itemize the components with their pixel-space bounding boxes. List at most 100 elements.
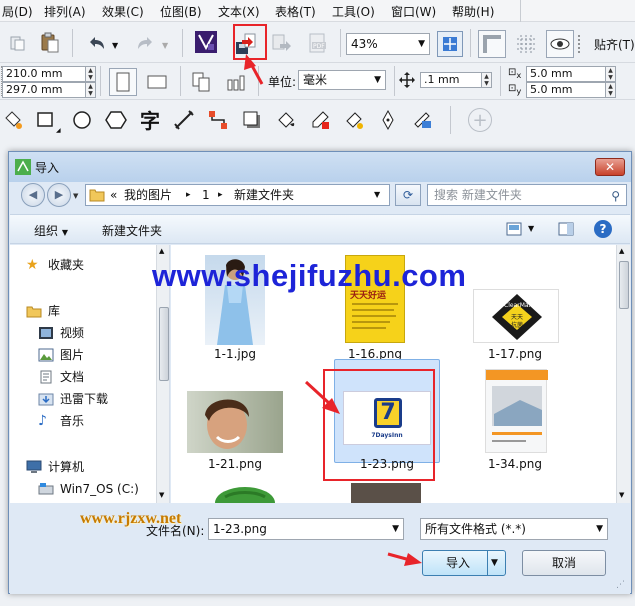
undo-icon[interactable] (84, 31, 108, 55)
view-options-icon[interactable] (506, 222, 522, 236)
nav-item-documents[interactable]: 文档 (10, 367, 160, 387)
file-list-scrollbar[interactable]: ▲ ▼ (616, 245, 630, 503)
help-icon[interactable]: ? (594, 220, 612, 238)
flyout-icon[interactable]: ◢ (56, 127, 61, 134)
breadcrumb-separator-icon[interactable]: ▸ (218, 185, 223, 205)
unit-select[interactable]: 毫米 ▼ (298, 70, 386, 90)
menu-text[interactable]: 文本(X) (218, 3, 260, 20)
rulers-icon[interactable] (478, 30, 506, 58)
breadcrumb[interactable]: « 我的图片 ▸ 1 ▸ 新建文件夹 ▼ (85, 184, 390, 206)
breadcrumb-my-pictures[interactable]: 我的图片 (124, 185, 172, 205)
paste-icon[interactable] (38, 31, 62, 55)
width-spinner[interactable]: ▲ ▼ (86, 66, 96, 82)
nav-item-drive-c[interactable]: Win7_OS (C:) (10, 479, 160, 499)
breadcrumb-folder-1[interactable]: 1 (202, 185, 210, 205)
file-list-scrollbar-thumb[interactable] (619, 261, 629, 309)
recent-locations-icon[interactable]: ▼ (73, 192, 78, 200)
export-icon[interactable] (270, 32, 294, 56)
nav-item-computer[interactable]: 计算机 (10, 457, 160, 477)
search-input[interactable]: 搜索 新建文件夹 ⚲ (427, 184, 627, 206)
polygon-tool-icon[interactable] (104, 108, 128, 132)
chevron-down-icon[interactable]: ▼ (528, 224, 534, 233)
menu-window[interactable]: 窗口(W) (391, 3, 436, 20)
nav-item-libraries[interactable]: 库 (10, 301, 160, 321)
duplicate-y-field[interactable]: 5.0 mm (526, 82, 606, 98)
breadcrumb-new-folder[interactable]: 新建文件夹 (234, 185, 294, 205)
file-type-select[interactable]: 所有文件格式 (*.*) ▼ (420, 518, 608, 540)
undo-dropdown-icon[interactable]: ▼ (112, 41, 118, 50)
current-page-icon[interactable] (222, 68, 250, 96)
rectangle-tool-icon[interactable] (34, 108, 58, 132)
file-item-1-21[interactable]: 1-21.png (185, 361, 285, 471)
preview-pane-icon[interactable] (558, 222, 574, 236)
redo-dropdown-icon[interactable]: ▼ (162, 41, 168, 50)
nav-item-videos[interactable]: 视频 (10, 323, 160, 343)
scroll-down-icon[interactable]: ▼ (619, 491, 624, 499)
dimension-tool-icon[interactable] (172, 108, 196, 132)
menu-table[interactable]: 表格(T) (275, 3, 316, 20)
add-tool-icon[interactable]: + (468, 108, 492, 132)
menu-arrange[interactable]: 排列(A) (44, 3, 86, 20)
dynamic-guides-icon[interactable] (570, 30, 588, 58)
drop-shadow-tool-icon[interactable] (240, 108, 264, 132)
zoom-level-select[interactable]: 43% ▼ (346, 33, 430, 55)
breadcrumb-overflow[interactable]: « (110, 185, 117, 205)
eyedropper-tool-icon[interactable] (308, 108, 332, 132)
nav-item-favorites[interactable]: ★ 收藏夹 (10, 255, 160, 275)
back-button[interactable]: ◀ (21, 183, 45, 207)
duplicate-x-spinner[interactable]: ▲ ▼ (606, 66, 616, 82)
cancel-button[interactable]: 取消 (522, 550, 606, 576)
text-tool-icon[interactable]: 字 (138, 107, 162, 133)
zoom-fit-icon[interactable] (437, 31, 463, 57)
file-item-1-34[interactable]: 1-34.png (465, 361, 565, 471)
chevron-down-icon[interactable]: ▼ (491, 551, 498, 575)
new-folder-button[interactable]: 新建文件夹 (102, 222, 162, 239)
scroll-down-icon[interactable]: ▼ (159, 491, 164, 499)
menu-bitmaps[interactable]: 位图(B) (160, 3, 202, 20)
interactive-fill-icon[interactable] (410, 108, 434, 132)
all-pages-icon[interactable] (188, 68, 216, 96)
chevron-down-icon[interactable]: ▼ (374, 185, 380, 205)
scroll-up-icon[interactable]: ▲ (159, 247, 164, 255)
organize-menu[interactable]: 组织 ▼ (34, 222, 68, 239)
duplicate-x-field[interactable]: 5.0 mm (526, 66, 606, 82)
forward-button[interactable]: ▶ (47, 183, 71, 207)
nudge-distance-field[interactable]: .1 mm (420, 72, 482, 88)
nav-item-pictures[interactable]: 图片 (10, 345, 160, 365)
height-spinner[interactable]: ▲ ▼ (86, 82, 96, 98)
connector-tool-icon[interactable] (206, 108, 230, 132)
fill-tool-icon[interactable] (274, 108, 298, 132)
menu-effects[interactable]: 效果(C) (102, 3, 144, 20)
snap-to-menu[interactable]: 贴齐(T) (594, 36, 635, 53)
scroll-up-icon[interactable]: ▲ (619, 247, 624, 255)
duplicate-y-spinner[interactable]: ▲ ▼ (606, 82, 616, 98)
portrait-orientation-icon[interactable] (109, 68, 137, 96)
ellipse-tool-icon[interactable] (70, 108, 94, 132)
page-height-field[interactable]: 297.0 mm (2, 82, 86, 98)
dialog-titlebar[interactable]: 导入 ✕ (9, 152, 631, 182)
nav-scrollbar-thumb[interactable] (159, 307, 169, 381)
corel-app-launcher-icon[interactable] (194, 30, 218, 54)
redo-icon[interactable] (134, 31, 158, 55)
file-item-partial[interactable] (347, 483, 447, 503)
file-item-partial[interactable] (205, 483, 305, 503)
menu-help[interactable]: 帮助(H) (452, 3, 494, 20)
smart-fill-icon[interactable] (2, 108, 26, 132)
smart-fill-bucket-icon[interactable] (342, 108, 366, 132)
pen-outline-tool-icon[interactable] (376, 108, 400, 132)
grid-icon[interactable] (512, 30, 540, 58)
nav-item-downloads[interactable]: 迅雷下载 (10, 389, 160, 409)
cut-icon[interactable] (6, 31, 30, 55)
filename-field[interactable]: 1-23.png ▼ (208, 518, 404, 540)
page-width-field[interactable]: 210.0 mm (2, 66, 86, 82)
refresh-icon[interactable]: ⟳ (395, 184, 421, 206)
menu-tools[interactable]: 工具(O) (332, 3, 375, 20)
close-button[interactable]: ✕ (595, 158, 625, 176)
publish-pdf-icon[interactable]: PDF (306, 32, 330, 56)
nav-item-music[interactable]: ♪ 音乐 (10, 411, 160, 431)
breadcrumb-separator-icon[interactable]: ▸ (186, 185, 191, 205)
landscape-orientation-icon[interactable] (143, 68, 171, 96)
search-icon[interactable]: ⚲ (611, 186, 620, 206)
import-button[interactable]: 导入 ▼ (422, 550, 506, 576)
resize-grip-icon[interactable]: ⋰ (616, 580, 625, 590)
